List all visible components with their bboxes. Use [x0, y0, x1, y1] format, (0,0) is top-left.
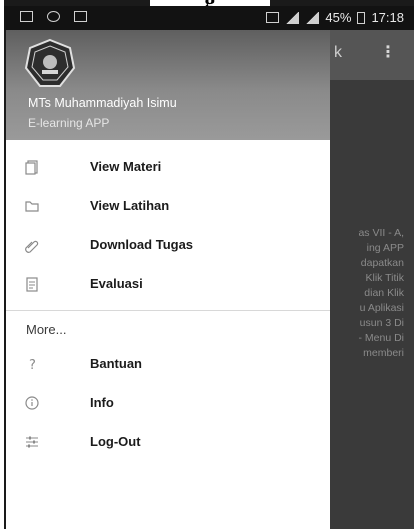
menu-item-evaluasi[interactable]: Evaluasi [6, 265, 330, 304]
content-line: dian Klik [364, 287, 404, 299]
school-emblem-icon [24, 38, 76, 90]
menu-item-download-tugas[interactable]: Download Tugas [6, 226, 330, 265]
background-app-scrim[interactable]: k ⋮ as VII - A, ing APP dapatkan Klik Ti… [330, 30, 414, 529]
sync-notification-icon [47, 11, 60, 22]
battery-percent: 45% [325, 10, 352, 25]
background-app-title: k [334, 44, 342, 61]
content-line: ing APP [366, 242, 404, 254]
clipboard-icon [24, 276, 40, 292]
menu-item-bantuan[interactable]: ? Bantuan [6, 345, 330, 384]
gallery-notification-icon [20, 11, 33, 22]
content-line: - Menu Di [358, 332, 404, 344]
attachment-icon [24, 237, 40, 253]
clock: 17:18 [371, 10, 404, 25]
school-name: MTs Muhammadiyah Isimu [28, 96, 177, 110]
nfc-icon [266, 12, 280, 23]
signal-icon [285, 11, 300, 24]
more-label: More... [26, 322, 67, 337]
svg-text:?: ? [29, 358, 36, 372]
content-line: dapatkan [360, 257, 404, 269]
documents-icon [24, 159, 40, 175]
drawer-menu: View Materi View Latihan Download Tugas … [6, 148, 330, 462]
content-line: as VII - A, [358, 227, 404, 239]
background-app-content: as VII - A, ing APP dapatkan Klik Titik … [330, 226, 414, 361]
background-app-bar: k ⋮ [330, 30, 414, 80]
menu-item-log-out[interactable]: Log-Out [6, 423, 330, 462]
menu-item-label: View Materi [90, 159, 162, 174]
app-subtitle: E-learning APP [28, 116, 110, 130]
sliders-icon [24, 434, 40, 450]
more-vertical-icon[interactable]: ⋮ [380, 42, 396, 62]
menu-item-label: View Latihan [90, 198, 170, 213]
navigation-drawer: MTs Muhammadiyah Isimu E-learning APP Vi… [6, 30, 330, 529]
menu-item-view-materi[interactable]: View Materi [6, 148, 330, 187]
battery-icon [357, 11, 366, 24]
menu-item-label: Bantuan [90, 356, 142, 371]
help-icon: ? [24, 356, 40, 372]
menu-item-label: Evaluasi [90, 276, 143, 291]
menu-item-label: Download Tugas [90, 237, 194, 252]
folder-icon [24, 198, 40, 214]
info-icon [24, 395, 40, 411]
menu-item-view-latihan[interactable]: View Latihan [6, 187, 330, 226]
menu-item-label: Info [90, 395, 114, 410]
content-line: usun 3 Di [359, 317, 404, 329]
status-bar: 45% 17:18 [4, 6, 414, 30]
content-line: Klik Titik [365, 272, 404, 284]
menu-item-label: Log-Out [90, 434, 141, 449]
menu-item-info[interactable]: Info [6, 384, 330, 423]
more-section-header: More... [6, 311, 330, 345]
drawer-header: MTs Muhammadiyah Isimu E-learning APP [6, 30, 330, 140]
content-line: u Aplikasi [359, 302, 404, 314]
message-notification-icon [74, 11, 87, 22]
content-line: memberi [363, 347, 404, 359]
signal-2-icon [305, 11, 320, 24]
